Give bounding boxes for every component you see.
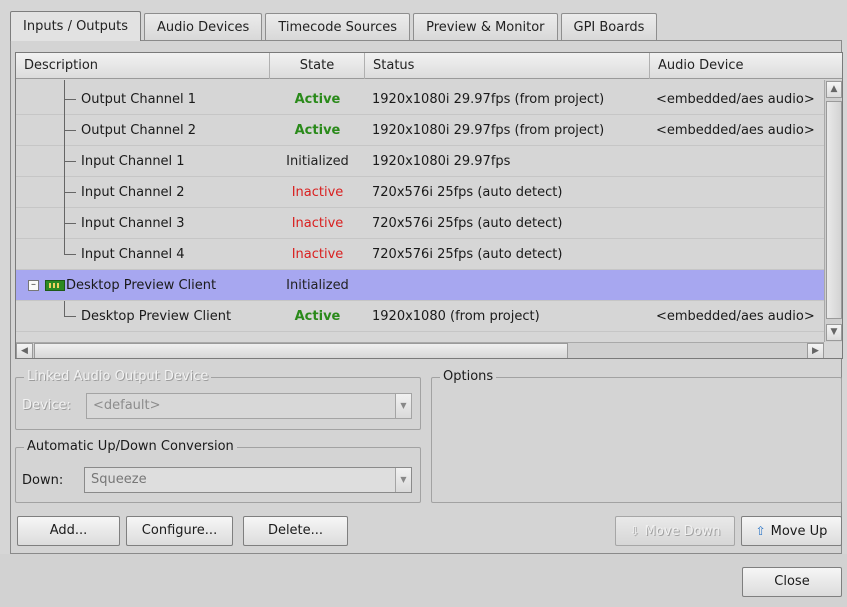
tab-inputs-outputs[interactable]: Inputs / Outputs — [10, 11, 142, 41]
horizontal-scroll-thumb[interactable] — [34, 343, 568, 358]
row-audio-device — [656, 270, 824, 301]
scrollbar-corner — [824, 342, 842, 358]
row-state: Active — [294, 123, 341, 138]
row-state: Inactive — [291, 185, 344, 200]
table-row[interactable]: Desktop Preview Client Active 1920x1080 … — [16, 301, 824, 332]
move-down-button[interactable]: ⇩ Move Down — [615, 516, 735, 546]
options-group: Options — [431, 369, 842, 503]
row-state: Active — [294, 92, 341, 107]
delete-button[interactable]: Delete... — [243, 516, 348, 546]
row-status: 1920x1080i 29.97fps (from project) — [372, 123, 605, 138]
column-header-status[interactable]: Status — [365, 53, 650, 79]
device-select[interactable]: <default> ▼ — [86, 393, 412, 419]
device-label: Device: — [22, 398, 71, 413]
row-description: Input Channel 1 — [81, 154, 185, 169]
horizontal-scrollbar[interactable]: ◀ ▶ — [16, 342, 824, 358]
down-conversion-value: Squeeze — [91, 472, 147, 487]
table-row[interactable]: Output Channel 2 Active 1920x1080i 29.97… — [16, 115, 824, 146]
table-row[interactable]: Input Channel 3 Inactive 720x576i 25fps … — [16, 208, 824, 239]
row-description: Output Channel 2 — [81, 123, 197, 138]
column-header-audio-device[interactable]: Audio Device — [650, 53, 842, 79]
row-state: Inactive — [291, 216, 344, 231]
column-header-description[interactable]: Description — [16, 53, 270, 79]
vertical-scrollbar[interactable]: ▲ ▼ — [824, 80, 842, 342]
conversion-title: Automatic Up/Down Conversion — [24, 439, 237, 455]
table-header: Description State Status Audio Device — [16, 53, 842, 79]
down-conversion-select[interactable]: Squeeze ▼ — [84, 467, 412, 493]
row-status: 1920x1080 (from project) — [372, 309, 540, 324]
row-status: 720x576i 25fps (auto detect) — [372, 216, 563, 231]
row-audio-device: <embedded/aes audio> — [656, 309, 815, 324]
device-select-value: <default> — [93, 398, 161, 413]
conversion-group: Automatic Up/Down Conversion Down: Squee… — [15, 439, 421, 503]
row-state: Initialized — [286, 154, 349, 169]
row-audio-device — [656, 177, 824, 208]
arrow-down-icon: ⇩ — [629, 524, 640, 538]
down-label: Down: — [22, 473, 64, 488]
add-button[interactable]: Add... — [17, 516, 120, 546]
configure-button[interactable]: Configure... — [126, 516, 233, 546]
arrow-up-icon: ⇧ — [755, 524, 766, 538]
row-status: 720x576i 25fps (auto detect) — [372, 185, 563, 200]
table-row[interactable]: Output Channel 1 Active 1920x1080i 29.97… — [16, 84, 824, 115]
table-rows: Output Channel 1 Active 1920x1080i 29.97… — [16, 80, 824, 342]
row-status: 1920x1080i 29.97fps — [372, 154, 511, 169]
row-status — [372, 270, 647, 301]
scroll-up-arrow-icon[interactable]: ▲ — [826, 81, 842, 98]
linked-audio-group: Linked Audio Output Device Device: <defa… — [15, 369, 421, 430]
tab-audio-devices[interactable]: Audio Devices — [144, 13, 263, 40]
row-description: Input Channel 4 — [81, 247, 185, 262]
table-row[interactable]: Input Channel 4 Inactive 720x576i 25fps … — [16, 239, 824, 270]
row-status: 720x576i 25fps (auto detect) — [372, 247, 563, 262]
tab-timecode-sources[interactable]: Timecode Sources — [265, 13, 411, 40]
options-title: Options — [440, 369, 497, 385]
move-up-label: Move Up — [770, 524, 828, 539]
row-state: Active — [294, 309, 341, 324]
scroll-left-arrow-icon[interactable]: ◀ — [16, 343, 33, 358]
row-description: Input Channel 2 — [81, 185, 185, 200]
tab-gpi-boards[interactable]: GPI Boards — [560, 13, 658, 40]
tab-bar: Inputs / Outputs Audio Devices Timecode … — [10, 10, 660, 41]
linked-audio-title: Linked Audio Output Device — [24, 369, 212, 385]
row-audio-device — [656, 146, 824, 177]
row-description: Desktop Preview Client — [66, 278, 217, 293]
move-up-button[interactable]: ⇧ Move Up — [741, 516, 842, 546]
row-state: Inactive — [291, 247, 344, 262]
tab-preview-monitor[interactable]: Preview & Monitor — [413, 13, 558, 40]
row-audio-device: <embedded/aes audio> — [656, 92, 815, 107]
move-down-label: Move Down — [644, 524, 721, 539]
row-description: Output Channel 1 — [81, 92, 197, 107]
table-row-selected[interactable]: – Desktop Preview Client Initialized — [16, 270, 824, 301]
device-tree-table: Description State Status Audio Device Ou… — [15, 52, 843, 359]
close-button[interactable]: Close — [742, 567, 842, 597]
chevron-down-icon[interactable]: ▼ — [395, 468, 411, 492]
row-description: Desktop Preview Client — [81, 309, 232, 324]
row-audio-device — [656, 239, 824, 270]
row-audio-device: <embedded/aes audio> — [656, 123, 815, 138]
row-description: Input Channel 3 — [81, 216, 185, 231]
table-row[interactable]: Input Channel 1 Initialized 1920x1080i 2… — [16, 146, 824, 177]
device-setup-dialog: Inputs / Outputs Audio Devices Timecode … — [0, 0, 847, 607]
row-state: Initialized — [286, 278, 349, 293]
scroll-right-arrow-icon[interactable]: ▶ — [807, 343, 824, 358]
table-row[interactable]: Input Channel 2 Inactive 720x576i 25fps … — [16, 177, 824, 208]
dialog-footer — [0, 554, 847, 607]
row-audio-device — [656, 208, 824, 239]
vertical-scroll-thumb[interactable] — [826, 101, 842, 319]
chevron-down-icon[interactable]: ▼ — [395, 394, 411, 418]
column-header-state[interactable]: State — [270, 53, 365, 79]
row-status: 1920x1080i 29.97fps (from project) — [372, 92, 605, 107]
scroll-down-arrow-icon[interactable]: ▼ — [826, 324, 842, 341]
